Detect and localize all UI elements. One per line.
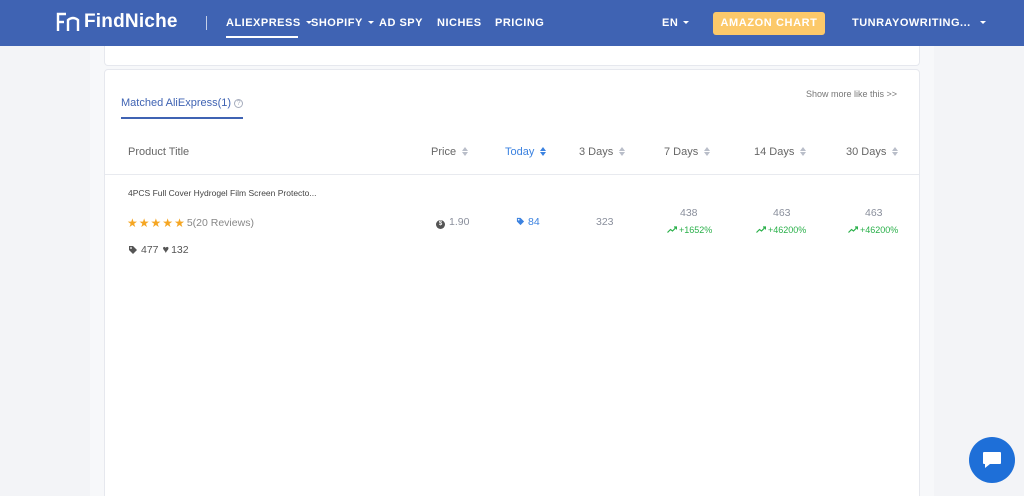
- sort-icon: [540, 147, 547, 156]
- tag-icon: [516, 217, 525, 226]
- user-menu[interactable]: TUNRAYOWRITING...: [852, 17, 986, 29]
- column-header-price[interactable]: Price: [431, 146, 469, 158]
- column-header-product-title: Product Title: [128, 146, 189, 158]
- nav-item-aliexpress[interactable]: ALIEXPRESS: [226, 17, 312, 29]
- tab-active-underline: [121, 117, 243, 119]
- tab-matched-aliexpress[interactable]: Matched AliExpress(1)?: [121, 97, 244, 109]
- price-cell: $1.90: [436, 216, 469, 229]
- column-label: Today: [505, 146, 535, 158]
- column-label: 7 Days: [664, 146, 699, 158]
- tab-label: Matched AliExpress(1): [121, 97, 232, 109]
- star-icon: ★: [174, 216, 185, 230]
- nav-active-indicator: [226, 36, 298, 38]
- today-cell: 84: [516, 216, 540, 228]
- column-header-7-days[interactable]: 7 Days: [664, 146, 711, 158]
- star-icon: ★: [127, 216, 138, 230]
- header-divider: [105, 174, 919, 175]
- star-icon: ★: [150, 216, 162, 230]
- show-more-link[interactable]: Show more like this >>: [806, 89, 897, 99]
- product-rating: ★ ★ ★ ★ ★ 5 (20 Reviews): [127, 216, 254, 230]
- trend-up-icon: [756, 226, 767, 233]
- column-header-30-days[interactable]: 30 Days: [846, 146, 899, 158]
- growth-value: +46200%: [860, 225, 899, 235]
- chat-icon: [983, 452, 1001, 468]
- language-selector[interactable]: EN: [662, 17, 690, 29]
- chevron-down-icon: [683, 21, 690, 24]
- 14-days-value: 463: [773, 207, 791, 219]
- price-value: 1.90: [449, 216, 470, 228]
- column-label: 30 Days: [846, 146, 887, 158]
- nav-item-pricing[interactable]: PRICING: [495, 17, 544, 29]
- nav-item-label: AD SPY: [379, 17, 423, 29]
- sort-icon: [619, 147, 626, 156]
- brand-logo[interactable]: FindNiche: [56, 11, 178, 33]
- sort-icon: [892, 147, 899, 156]
- nav-divider: [206, 16, 207, 30]
- column-header-today[interactable]: Today: [505, 146, 547, 158]
- nav-item-ad-spy[interactable]: AD SPY: [379, 17, 423, 29]
- today-value: 84: [528, 216, 540, 228]
- matched-products-card: Matched AliExpress(1)? Show more like th…: [104, 69, 920, 496]
- brand-name: FindNiche: [84, 11, 178, 32]
- column-header-14-days[interactable]: 14 Days: [754, 146, 807, 158]
- username: TUNRAYOWRITING...: [852, 17, 971, 29]
- tag-icon: [129, 246, 137, 254]
- language-label: EN: [662, 17, 679, 29]
- column-label: Product Title: [128, 146, 190, 158]
- findniche-logo-icon: [56, 12, 80, 31]
- chevron-down-icon: [979, 21, 986, 24]
- orders-count: 477: [141, 244, 159, 256]
- chat-button[interactable]: [969, 437, 1015, 483]
- likes-count: 132: [171, 244, 189, 256]
- heart-icon: ♥: [162, 244, 170, 256]
- nav-item-label: PRICING: [495, 17, 545, 29]
- sort-icon: [800, 147, 807, 156]
- nav-item-niches[interactable]: NICHES: [437, 17, 482, 29]
- column-label: 14 Days: [754, 146, 795, 158]
- nav-item-shopify[interactable]: SHOPIFY: [311, 17, 374, 29]
- nav-item-label: ALIEXPRESS: [226, 17, 301, 29]
- 14-days-growth: +46200%: [756, 225, 806, 235]
- column-label: 3 Days: [579, 146, 614, 158]
- 7-days-growth: +1652%: [667, 225, 712, 235]
- 7-days-value: 438: [680, 207, 698, 219]
- product-meta: 477 ♥ 132: [128, 244, 193, 256]
- star-icon: ★: [138, 216, 150, 230]
- star-icon: ★: [162, 216, 174, 230]
- 30-days-value: 463: [865, 207, 883, 219]
- sort-icon: [462, 147, 469, 156]
- chevron-down-icon: [367, 21, 374, 24]
- growth-value: +1652%: [679, 225, 713, 235]
- growth-value: +46200%: [768, 225, 807, 235]
- dollar-icon: $: [436, 220, 445, 229]
- sort-icon: [704, 147, 711, 156]
- product-title-link[interactable]: 4PCS Full Cover Hydrogel Film Screen Pro…: [128, 188, 316, 198]
- nav-item-label: SHOPIFY: [311, 17, 363, 29]
- column-header-3-days[interactable]: 3 Days: [579, 146, 626, 158]
- amazon-chart-button[interactable]: AMAZON CHART: [713, 12, 825, 35]
- help-icon[interactable]: ?: [234, 99, 244, 108]
- column-label: Price: [431, 146, 457, 158]
- top-navbar: FindNiche ALIEXPRESS SHOPIFY AD SPY NICH…: [0, 0, 1024, 46]
- 30-days-growth: +46200%: [848, 225, 898, 235]
- nav-item-label: NICHES: [437, 17, 482, 29]
- trend-up-icon: [848, 226, 859, 233]
- trend-up-icon: [667, 226, 678, 233]
- 3-days-value: 323: [596, 216, 614, 228]
- previous-panel: [104, 46, 920, 66]
- review-count: (20 Reviews): [192, 217, 254, 229]
